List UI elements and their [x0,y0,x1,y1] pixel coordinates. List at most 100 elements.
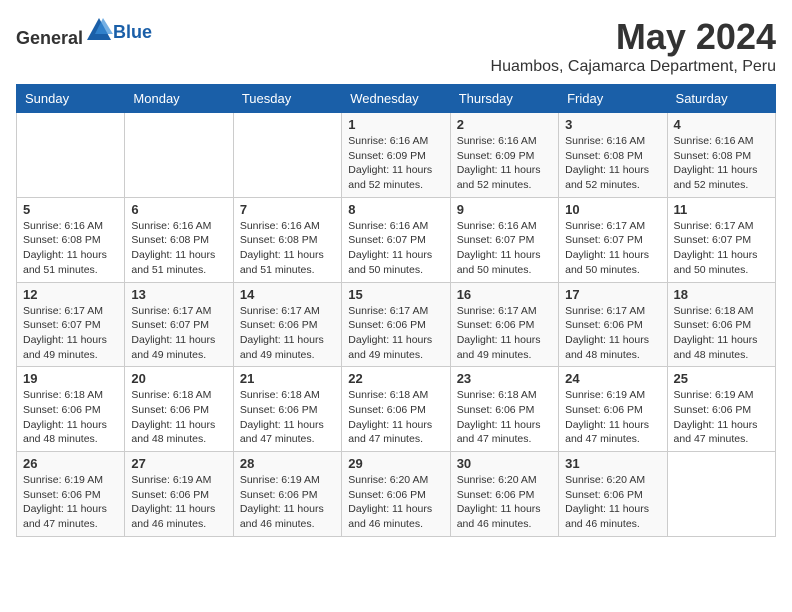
day-number: 3 [565,117,660,132]
calendar-cell [17,113,125,198]
day-info: Sunrise: 6:17 AMSunset: 6:06 PMDaylight:… [457,304,552,363]
calendar-cell: 20 Sunrise: 6:18 AMSunset: 6:06 PMDayligh… [125,367,233,452]
week-row-2: 5 Sunrise: 6:16 AMSunset: 6:08 PMDaylight… [17,197,776,282]
page-header: General Blue May 2024 Huambos, Cajamarca… [16,16,776,76]
calendar-cell: 31 Sunrise: 6:20 AMSunset: 6:06 PMDayligh… [559,452,667,537]
calendar-cell: 11Sunrise: 6:17 AMSunset: 6:07 PMDayligh… [667,197,775,282]
calendar-cell: 28Sunrise: 6:19 AMSunset: 6:06 PMDayligh… [233,452,341,537]
logo-text-general: General [16,28,83,48]
weekday-header-sunday: Sunday [17,85,125,113]
day-info: Sunrise: 6:18 AMSunset: 6:06 PMDaylight:… [457,388,552,447]
day-number: 28 [240,456,335,471]
day-info: Sunrise: 6:17 AMSunset: 6:07 PMDaylight:… [674,219,769,278]
calendar-cell: 17 Sunrise: 6:17 AMSunset: 6:06 PMDayligh… [559,282,667,367]
day-info: Sunrise: 6:16 AMSunset: 6:08 PMDaylight:… [674,134,769,193]
calendar-cell: 4 Sunrise: 6:16 AMSunset: 6:08 PMDaylight… [667,113,775,198]
weekday-header-row: SundayMondayTuesdayWednesdayThursdayFrid… [17,85,776,113]
day-info: Sunrise: 6:17 AMSunset: 6:06 PMDaylight:… [348,304,443,363]
day-number: 12 [23,287,118,302]
calendar-cell: 5 Sunrise: 6:16 AMSunset: 6:08 PMDaylight… [17,197,125,282]
calendar-cell: 23 Sunrise: 6:18 AMSunset: 6:06 PMDayligh… [450,367,558,452]
day-info: Sunrise: 6:19 AMSunset: 6:06 PMDaylight:… [131,473,226,532]
day-number: 5 [23,202,118,217]
calendar-cell: 29 Sunrise: 6:20 AMSunset: 6:06 PMDayligh… [342,452,450,537]
day-number: 31 [565,456,660,471]
day-info: Sunrise: 6:16 AMSunset: 6:07 PMDaylight:… [348,219,443,278]
calendar-cell: 24 Sunrise: 6:19 AMSunset: 6:06 PMDayligh… [559,367,667,452]
calendar-cell: 7 Sunrise: 6:16 AMSunset: 6:08 PMDaylight… [233,197,341,282]
day-info: Sunrise: 6:17 AMSunset: 6:07 PMDaylight:… [23,304,118,363]
weekday-header-tuesday: Tuesday [233,85,341,113]
calendar-cell: 26Sunrise: 6:19 AMSunset: 6:06 PMDayligh… [17,452,125,537]
day-number: 29 [348,456,443,471]
day-number: 18 [674,287,769,302]
day-number: 26 [23,456,118,471]
day-info: Sunrise: 6:19 AMSunset: 6:06 PMDaylight:… [674,388,769,447]
day-info: Sunrise: 6:20 AMSunset: 6:06 PMDaylight:… [457,473,552,532]
calendar-cell: 25 Sunrise: 6:19 AMSunset: 6:06 PMDayligh… [667,367,775,452]
calendar-cell: 9 Sunrise: 6:16 AMSunset: 6:07 PMDaylight… [450,197,558,282]
weekday-header-saturday: Saturday [667,85,775,113]
day-info: Sunrise: 6:20 AMSunset: 6:06 PMDaylight:… [565,473,660,532]
day-number: 10 [565,202,660,217]
day-info: Sunrise: 6:17 AMSunset: 6:07 PMDaylight:… [565,219,660,278]
week-row-4: 19 Sunrise: 6:18 AMSunset: 6:06 PMDayligh… [17,367,776,452]
day-number: 20 [131,371,226,386]
day-number: 4 [674,117,769,132]
day-number: 7 [240,202,335,217]
day-info: Sunrise: 6:18 AMSunset: 6:06 PMDaylight:… [348,388,443,447]
day-info: Sunrise: 6:18 AMSunset: 6:06 PMDaylight:… [131,388,226,447]
logo-text-blue: Blue [113,22,152,42]
calendar-cell: 14 Sunrise: 6:17 AMSunset: 6:06 PMDayligh… [233,282,341,367]
calendar-cell: 19 Sunrise: 6:18 AMSunset: 6:06 PMDayligh… [17,367,125,452]
day-number: 27 [131,456,226,471]
calendar-cell: 3Sunrise: 6:16 AMSunset: 6:08 PMDaylight… [559,113,667,198]
day-info: Sunrise: 6:16 AMSunset: 6:09 PMDaylight:… [457,134,552,193]
day-info: Sunrise: 6:17 AMSunset: 6:06 PMDaylight:… [565,304,660,363]
day-number: 17 [565,287,660,302]
day-info: Sunrise: 6:18 AMSunset: 6:06 PMDaylight:… [240,388,335,447]
day-info: Sunrise: 6:17 AMSunset: 6:06 PMDaylight:… [240,304,335,363]
day-number: 22 [348,371,443,386]
day-info: Sunrise: 6:18 AMSunset: 6:06 PMDaylight:… [23,388,118,447]
calendar-cell: 10 Sunrise: 6:17 AMSunset: 6:07 PMDayligh… [559,197,667,282]
calendar-cell: 12 Sunrise: 6:17 AMSunset: 6:07 PMDayligh… [17,282,125,367]
weekday-header-wednesday: Wednesday [342,85,450,113]
calendar-cell: 18 Sunrise: 6:18 AMSunset: 6:06 PMDayligh… [667,282,775,367]
logo-icon [85,16,113,44]
day-number: 23 [457,371,552,386]
day-number: 24 [565,371,660,386]
day-number: 2 [457,117,552,132]
day-number: 6 [131,202,226,217]
calendar-cell: 6 Sunrise: 6:16 AMSunset: 6:08 PMDaylight… [125,197,233,282]
day-info: Sunrise: 6:18 AMSunset: 6:06 PMDaylight:… [674,304,769,363]
calendar-cell: 30 Sunrise: 6:20 AMSunset: 6:06 PMDayligh… [450,452,558,537]
day-number: 19 [23,371,118,386]
day-info: Sunrise: 6:16 AMSunset: 6:07 PMDaylight:… [457,219,552,278]
day-info: Sunrise: 6:16 AMSunset: 6:08 PMDaylight:… [23,219,118,278]
day-number: 14 [240,287,335,302]
calendar-cell: 1Sunrise: 6:16 AMSunset: 6:09 PMDaylight… [342,113,450,198]
day-info: Sunrise: 6:16 AMSunset: 6:09 PMDaylight:… [348,134,443,193]
day-number: 9 [457,202,552,217]
day-info: Sunrise: 6:17 AMSunset: 6:07 PMDaylight:… [131,304,226,363]
day-info: Sunrise: 6:16 AMSunset: 6:08 PMDaylight:… [240,219,335,278]
calendar-cell [125,113,233,198]
calendar-cell: 16 Sunrise: 6:17 AMSunset: 6:06 PMDayligh… [450,282,558,367]
day-info: Sunrise: 6:20 AMSunset: 6:06 PMDaylight:… [348,473,443,532]
weekday-header-monday: Monday [125,85,233,113]
day-number: 16 [457,287,552,302]
week-row-1: 1Sunrise: 6:16 AMSunset: 6:09 PMDaylight… [17,113,776,198]
day-number: 8 [348,202,443,217]
calendar-cell: 8 Sunrise: 6:16 AMSunset: 6:07 PMDaylight… [342,197,450,282]
calendar-cell [233,113,341,198]
day-number: 30 [457,456,552,471]
day-number: 25 [674,371,769,386]
calendar-cell [667,452,775,537]
title-section: May 2024 Huambos, Cajamarca Department, … [491,16,776,76]
subtitle: Huambos, Cajamarca Department, Peru [491,58,776,76]
weekday-header-friday: Friday [559,85,667,113]
day-info: Sunrise: 6:16 AMSunset: 6:08 PMDaylight:… [131,219,226,278]
calendar-cell: 22 Sunrise: 6:18 AMSunset: 6:06 PMDayligh… [342,367,450,452]
day-info: Sunrise: 6:19 AMSunset: 6:06 PMDaylight:… [565,388,660,447]
